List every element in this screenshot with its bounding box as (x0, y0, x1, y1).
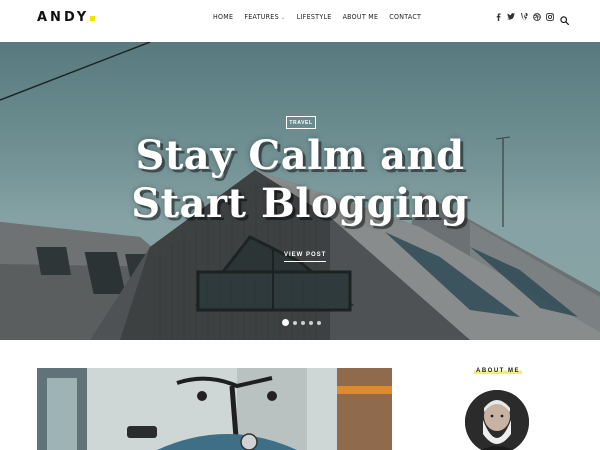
view-post-button[interactable]: VIEW POST (284, 252, 327, 262)
nav-label: CONTACT (389, 13, 422, 21)
hero-title-line-2: Start Blogging (131, 180, 469, 227)
slider-dot-1[interactable] (282, 319, 289, 326)
site-logo[interactable]: ANDY (37, 10, 96, 25)
nav-item-features[interactable]: FEATURES ⌄ (244, 13, 285, 21)
hero-slider: TRAVEL Stay Calm and Start Blogging VIEW… (0, 42, 600, 340)
category-badge[interactable]: TRAVEL (286, 116, 316, 129)
instagram-icon[interactable] (546, 12, 554, 21)
logo-text: ANDY (37, 10, 90, 25)
slider-dot-3[interactable] (301, 320, 305, 325)
site-header: ANDY HOME FEATURES ⌄ LIFESTYLE ABOUT ME C… (0, 0, 600, 42)
logo-dot (90, 16, 96, 21)
nav-item-home[interactable]: HOME (213, 13, 233, 21)
facebook-icon[interactable] (494, 12, 502, 21)
avatar[interactable] (465, 390, 529, 450)
hero-title-line-1: Stay Calm and (135, 132, 465, 179)
main-nav: HOME FEATURES ⌄ LIFESTYLE ABOUT ME CONTAC… (213, 13, 432, 21)
twitter-icon[interactable] (507, 12, 515, 21)
about-me-heading: ABOUT ME (474, 368, 522, 374)
nav-item-contact[interactable]: CONTACT (389, 13, 421, 21)
nav-item-about-me[interactable]: ABOUT ME (343, 13, 379, 21)
author-portrait (465, 390, 529, 450)
motorcycle-photo (37, 368, 392, 450)
search-icon[interactable] (560, 12, 570, 26)
nav-label: ABOUT ME (342, 13, 379, 21)
nav-label: FEATURES (244, 13, 279, 21)
nav-item-lifestyle[interactable]: LIFESTYLE (297, 13, 332, 21)
chevron-down-icon: ⌄ (280, 14, 286, 21)
slider-dot-4[interactable] (309, 320, 313, 325)
dribbble-icon[interactable] (533, 12, 541, 21)
nav-label: HOME (213, 13, 234, 21)
vine-icon[interactable] (520, 12, 528, 21)
hero-title[interactable]: Stay Calm and Start Blogging (0, 132, 600, 228)
slider-dot-5[interactable] (317, 320, 321, 325)
social-links (494, 12, 554, 21)
slider-dots (282, 319, 321, 326)
featured-post-image[interactable] (37, 368, 392, 450)
slider-dot-2[interactable] (293, 320, 297, 325)
nav-label: LIFESTYLE (296, 13, 332, 21)
